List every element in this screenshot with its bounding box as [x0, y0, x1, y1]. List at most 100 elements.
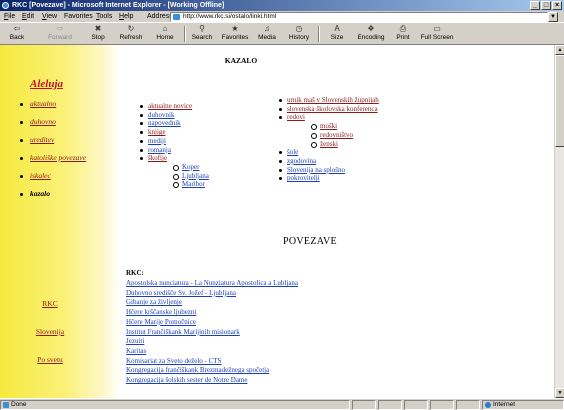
sublist-item[interactable]: redovništvo: [309, 131, 456, 140]
scroll-thumb[interactable]: [555, 55, 564, 147]
history-icon: ◷: [295, 24, 303, 33]
print-icon: ⎙: [399, 24, 407, 33]
list-item[interactable]: napovednik: [137, 119, 272, 128]
address-dropdown-button[interactable]: ▼: [548, 12, 558, 22]
back-arrow-icon: ⇦: [13, 24, 21, 33]
list-item[interactable]: slovenska škofovska konferenca: [276, 105, 456, 114]
list-item[interactable]: redovi moški redovništvo ženski: [276, 113, 456, 148]
vertical-scrollbar[interactable]: ▲ ▼: [554, 45, 564, 398]
scroll-up-button[interactable]: ▲: [555, 45, 564, 55]
menu-view[interactable]: View: [42, 12, 57, 22]
address-input[interactable]: http://www.rkc.si/ostalo/linki.html: [170, 12, 548, 22]
maximize-button[interactable]: □: [541, 1, 551, 10]
forward-arrow-icon: ⇨: [56, 24, 64, 33]
history-button[interactable]: ◷ History: [287, 24, 311, 44]
link-row: Kongregacija šolskih sester de Notre Dam…: [126, 376, 466, 386]
sublist-item[interactable]: Ljubljana: [171, 172, 272, 181]
refresh-icon: ↻: [127, 24, 135, 33]
globe-icon: [485, 402, 491, 408]
window-titlebar[interactable]: RKC [Povezave] - Microsoft Internet Expl…: [0, 0, 564, 11]
list-item[interactable]: aktualne novice: [137, 102, 272, 111]
sidebar-item-aktualno[interactable]: aktualno: [20, 99, 115, 109]
section-label: RKC:: [126, 269, 144, 277]
external-link[interactable]: Hčere krščanske ljubezni: [126, 308, 196, 316]
refresh-button[interactable]: ↻ Refresh: [118, 24, 144, 44]
minimize-button[interactable]: _: [530, 1, 540, 10]
sidebar-link-slovenija[interactable]: Slovenija: [0, 327, 100, 336]
search-button[interactable]: ⚲ Search: [190, 24, 214, 44]
close-button[interactable]: ×: [552, 1, 562, 10]
address-label: Address: [147, 13, 173, 20]
kazalo-heading: KAZALO: [224, 56, 258, 65]
list-item[interactable]: škofije Koper Ljubljana Maribor: [137, 154, 272, 189]
sidebar-link-po-svetu[interactable]: Po svetu: [0, 355, 100, 364]
page-icon: [173, 14, 180, 20]
external-link[interactable]: Duhovno središče Sv. Jožef - Ljubljana: [126, 289, 236, 297]
encoding-button[interactable]: ❖ Encoding: [356, 24, 386, 44]
window-title: RKC [Povezave] - Microsoft Internet Expl…: [12, 2, 225, 9]
fullscreen-button[interactable]: ▭ Full Screen: [420, 24, 454, 44]
toolbar-separator: [184, 26, 186, 42]
list-item[interactable]: Slovenija na splošno: [276, 166, 456, 175]
list-item[interactable]: pokrovitelji: [276, 174, 456, 183]
menu-edit[interactable]: Edit: [22, 12, 34, 22]
list-item[interactable]: mediji: [137, 137, 272, 146]
sublist: moški redovništvo ženski: [309, 122, 456, 148]
home-button[interactable]: ⌂ Home: [154, 24, 176, 44]
favorites-button[interactable]: ★ Favorites: [220, 24, 250, 44]
external-link[interactable]: Komisariat za Sveto deželo - CTS: [126, 357, 221, 365]
text-size-button[interactable]: A Size: [326, 24, 348, 44]
links-list: Apostolska nunciatura - La Nunziatura Ap…: [126, 279, 466, 386]
menu-help[interactable]: Help: [119, 12, 133, 22]
sublist-item[interactable]: ženski: [309, 140, 456, 149]
forward-button[interactable]: ⇨ Forward: [44, 24, 76, 44]
external-link[interactable]: Kongregacija šolskih sester de Notre Dam…: [126, 376, 248, 384]
menu-favorites[interactable]: Favorites: [64, 12, 93, 22]
list-item[interactable]: duhovnik: [137, 111, 272, 120]
external-link[interactable]: Kongregacija frančiškank Brezmadežnega s…: [126, 366, 269, 374]
list-item[interactable]: šole: [276, 148, 456, 157]
external-link[interactable]: Gibanje za življenje: [126, 298, 182, 306]
list-item[interactable]: zgodovina: [276, 157, 456, 166]
sublist-item[interactable]: Koper: [171, 163, 272, 172]
sublist-item[interactable]: moški: [309, 122, 456, 131]
link-row: Apostolska nunciatura - La Nunziatura Ap…: [126, 279, 466, 289]
list-item[interactable]: knjige: [137, 128, 272, 137]
list-item[interactable]: urnik maš v Slovenskih župnijah: [276, 96, 456, 105]
sublist-item[interactable]: Maribor: [171, 180, 272, 189]
sidebar-link-rkc[interactable]: RKC: [0, 299, 100, 308]
link-row: Karitas: [126, 347, 466, 357]
stop-icon: ✖: [94, 24, 102, 33]
sidebar-item-ureditev[interactable]: uredi­tev: [20, 135, 115, 145]
sidebar-item-duhovno[interactable]: duhovno: [20, 117, 115, 127]
sidebar-item-iskalec[interactable]: iskalec: [20, 171, 115, 181]
status-pane-empty: [378, 400, 402, 410]
external-link[interactable]: Jezuiti: [126, 337, 144, 345]
external-link[interactable]: Karitas: [126, 347, 146, 355]
stop-button[interactable]: ✖ Stop: [88, 24, 108, 44]
menu-file[interactable]: File: [4, 12, 15, 22]
home-icon: ⌂: [162, 24, 168, 33]
index-list-right: urnik maš v Slovenskih župnijah slovensk…: [276, 96, 456, 183]
sidebar-links: RKC Slovenija Po svetu: [0, 299, 100, 383]
sidebar-nav: aktualno duhovno uredi­tev katoliške pov…: [20, 99, 115, 207]
print-button[interactable]: ⎙ Print: [394, 24, 412, 44]
status-bar: Done Internet: [0, 398, 564, 410]
external-link[interactable]: Institut Frančiškank Marijinih misionark: [126, 328, 240, 336]
sidebar-item-katoliske-povezave[interactable]: katoliške povezave: [20, 153, 115, 163]
media-button[interactable]: ♫ Media: [256, 24, 278, 44]
site-logo[interactable]: Aleluja: [30, 78, 63, 90]
external-link[interactable]: Apostolska nunciatura - La Nunziatura Ap…: [126, 279, 298, 287]
toolbar-separator: [318, 26, 320, 42]
back-button[interactable]: ⇦ Back: [4, 24, 30, 44]
sidebar-item-kazalo: kazalo: [20, 189, 115, 199]
index-list-left: aktualne novice duhovnik napovednik knji…: [137, 102, 272, 189]
link-row: Kongregacija frančiškank Brezmadežnega s…: [126, 366, 466, 376]
menu-tools[interactable]: Tools: [96, 12, 112, 22]
sidebar: Aleluja aktualno duhovno uredi­tev katol…: [0, 45, 121, 398]
status-pane-empty: [352, 400, 376, 410]
scroll-down-button[interactable]: ▼: [555, 388, 564, 398]
list-item[interactable]: romanja: [137, 146, 272, 155]
sublist: Koper Ljubljana Maribor: [171, 163, 272, 189]
external-link[interactable]: Hčere Marije Pomočnice: [126, 318, 196, 326]
